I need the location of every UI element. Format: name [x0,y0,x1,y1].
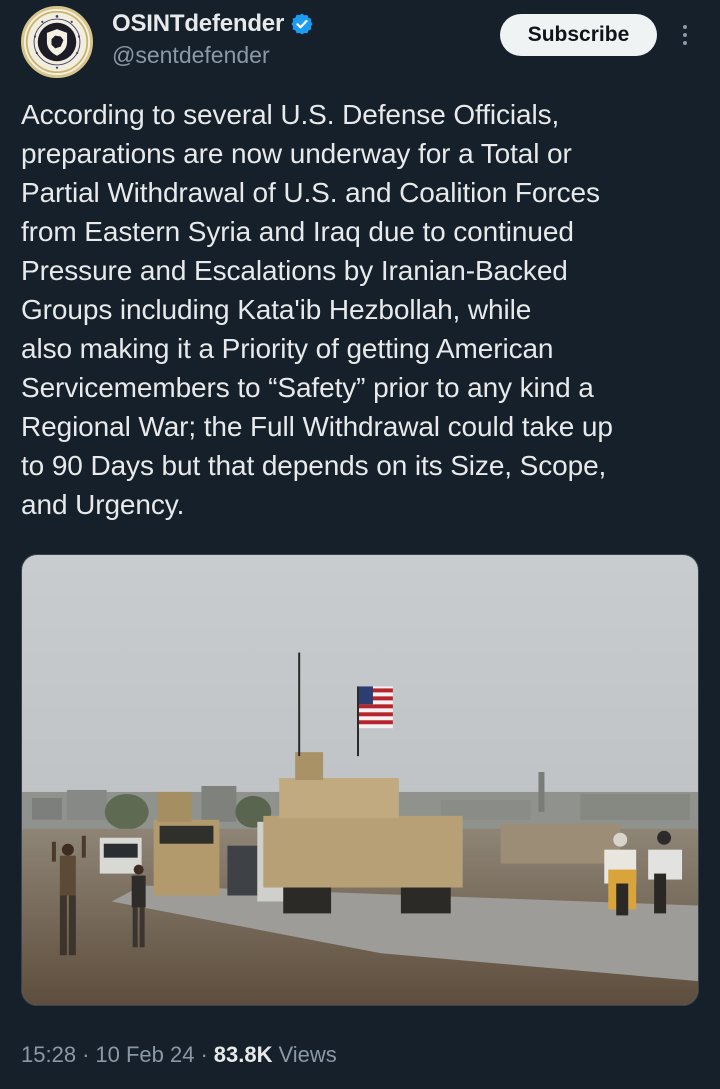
author-handle[interactable]: @sentdefender [112,42,270,69]
views-count: 83.8K [213,1042,273,1067]
more-vertical-icon[interactable] [672,20,698,50]
tweet-meta: 15:28 · 10 Feb 24 · 83.8K Views [21,1042,337,1068]
author-avatar[interactable] [21,6,93,78]
meta-separator: · [82,1042,90,1067]
tweet-time[interactable]: 15:28 [21,1042,76,1068]
tweet-text: According to several U.S. Defense Offici… [21,99,613,520]
meta-separator: · [200,1042,208,1067]
tweet-card: OSINTdefender @sentdefender Subscribe Ac… [0,0,720,1089]
military-convoy-photo [22,555,698,1005]
tweet-date[interactable]: 10 Feb 24 [95,1042,194,1068]
author-display-name[interactable]: OSINTdefender [112,10,284,38]
shield-emblem-icon [25,10,89,74]
tweet-photo[interactable] [21,554,699,1006]
author-name-row: OSINTdefender [112,10,314,38]
subscribe-button[interactable]: Subscribe [500,14,657,56]
verified-badge-icon[interactable] [290,12,314,36]
views-label: Views [278,1042,337,1067]
